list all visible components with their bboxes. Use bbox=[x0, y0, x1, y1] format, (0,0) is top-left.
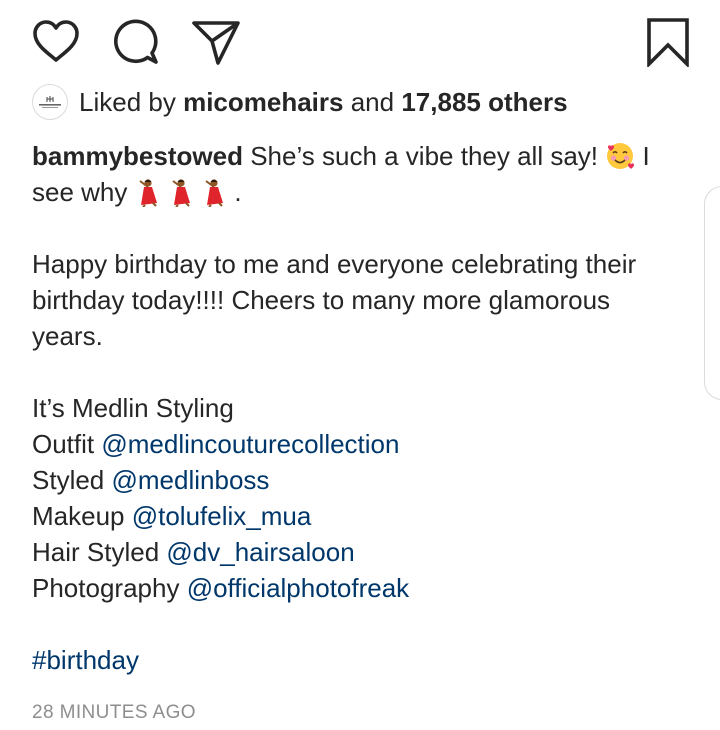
side-panel-edge bbox=[704, 186, 720, 400]
mention-link[interactable]: @dv_hairsaloon bbox=[166, 537, 354, 567]
post-timestamp: 28 MINUTES AGO bbox=[32, 702, 196, 723]
caption-username[interactable]: bammybestowed bbox=[32, 141, 243, 171]
heart-icon bbox=[33, 20, 79, 62]
woman-dancing-emoji bbox=[205, 179, 224, 207]
credit-label: Makeup bbox=[32, 501, 125, 531]
save-button[interactable] bbox=[642, 16, 694, 68]
credit-label: Styled bbox=[32, 465, 105, 495]
share-button[interactable] bbox=[190, 16, 242, 68]
caption-text: I bbox=[642, 141, 650, 171]
bookmark-icon bbox=[647, 18, 689, 67]
caption-text: see why bbox=[32, 177, 128, 207]
likes-count-link[interactable]: 17,885 others bbox=[401, 87, 567, 118]
brand-logo-icon bbox=[39, 96, 61, 108]
woman-dancing-emoji bbox=[172, 179, 190, 207]
mention-link[interactable]: @officialphotofreak bbox=[187, 573, 410, 603]
caption-paragraph: Happy birthday to me and everyone celebr… bbox=[32, 246, 692, 354]
credits-title: It’s Medlin Styling bbox=[32, 393, 234, 423]
post-caption: bammybestowed She’s such a vibe they all… bbox=[32, 138, 692, 678]
woman-dancing-emoji bbox=[139, 179, 157, 207]
liked-by-user-link[interactable]: micomehairs bbox=[183, 87, 343, 118]
smiling-face-with-hearts-emoji bbox=[607, 143, 635, 169]
credit-label: Photography bbox=[32, 573, 180, 603]
comment-icon bbox=[113, 19, 158, 64]
caption-text: birthday today!!!! Cheers to many more g… bbox=[32, 285, 611, 315]
hashtag-link[interactable]: #birthday bbox=[32, 645, 139, 675]
credits-block: It’s Medlin Styling Outfit @medlincoutur… bbox=[32, 390, 692, 606]
caption-text: . bbox=[234, 177, 242, 207]
like-button[interactable] bbox=[30, 16, 82, 68]
post-action-bar bbox=[0, 16, 720, 68]
avatar[interactable] bbox=[32, 84, 68, 120]
liked-by-connector: and bbox=[350, 86, 395, 117]
credit-label: Outfit bbox=[32, 429, 95, 459]
likes-summary: Liked by micomehairs and 17,885 others bbox=[32, 82, 568, 122]
mention-link[interactable]: @tolufelix_mua bbox=[132, 501, 312, 531]
paper-plane-icon bbox=[192, 21, 240, 65]
comment-button[interactable] bbox=[110, 16, 162, 68]
liked-by-prefix: Liked by bbox=[79, 86, 176, 117]
caption-text: Happy birthday to me and everyone celebr… bbox=[32, 249, 637, 279]
caption-text: years. bbox=[32, 321, 103, 351]
credit-label: Hair Styled bbox=[32, 537, 160, 567]
caption-text: She’s such a vibe they all say! bbox=[250, 141, 599, 171]
mention-link[interactable]: @medlinboss bbox=[112, 465, 270, 495]
mention-link[interactable]: @medlincouturecollection bbox=[101, 429, 399, 459]
